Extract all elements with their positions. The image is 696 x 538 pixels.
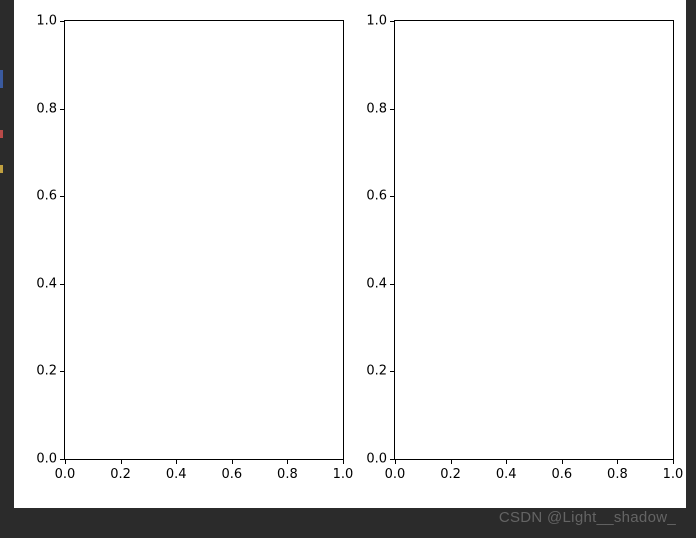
xtick-label: 1.0 [333,467,354,482]
gutter-marker [0,165,3,173]
ytick-label: 0.2 [36,364,57,379]
ytick-label: 0.6 [366,189,387,204]
xtick-label: 0.4 [496,467,517,482]
xtick-label: 1.0 [663,467,684,482]
xtick-label: 0.0 [385,467,406,482]
ytick-label: 0.4 [36,276,57,291]
ytick-label: 0.0 [36,452,57,467]
subplot-2: 1.0 0.8 0.6 0.4 0.2 0.0 0.0 0.2 0.4 0.6 … [394,20,674,460]
xtick-label: 0.6 [551,467,572,482]
ytick-label: 0.2 [366,364,387,379]
ytick-label: 1.0 [36,14,57,29]
ytick-label: 0.6 [36,189,57,204]
figure-canvas: 1.0 0.8 0.6 0.4 0.2 0.0 0.0 0.2 0.4 0.6 … [14,0,686,508]
xtick-label: 0.0 [55,467,76,482]
watermark-text: CSDN @Light__shadow_ [499,509,676,526]
xtick-label: 0.8 [277,467,298,482]
gutter-marker [0,70,3,88]
xtick-label: 0.6 [221,467,242,482]
xtick-label: 0.8 [607,467,628,482]
ytick-label: 1.0 [366,14,387,29]
xtick-label: 0.2 [440,467,461,482]
xtick-label: 0.4 [166,467,187,482]
ytick-label: 0.4 [366,276,387,291]
ytick-label: 0.0 [366,452,387,467]
subplot-1: 1.0 0.8 0.6 0.4 0.2 0.0 0.0 0.2 0.4 0.6 … [64,20,344,460]
ytick-label: 0.8 [366,101,387,116]
ytick-label: 0.8 [36,101,57,116]
xtick-label: 0.2 [110,467,131,482]
editor-gutter [0,0,8,538]
gutter-marker [0,130,3,138]
